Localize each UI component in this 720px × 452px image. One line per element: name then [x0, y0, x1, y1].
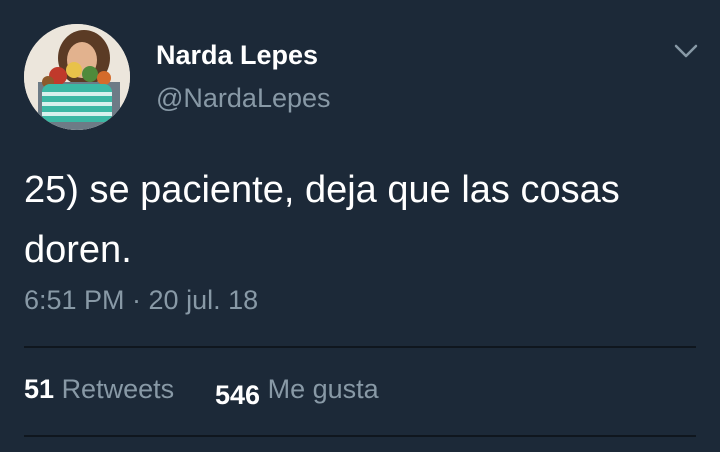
tweet-timestamp[interactable]: 6:51 PM · 20 jul. 18: [24, 285, 258, 316]
retweets-count: 51: [24, 374, 55, 404]
divider: [24, 346, 696, 348]
retweets-label: Retweets: [61, 374, 175, 404]
likes-label: Me gusta: [267, 374, 379, 404]
tweet-stats: 51 Retweets 546 Me gusta: [24, 374, 379, 410]
author-name[interactable]: Narda Lepes: [156, 40, 318, 71]
tweet-card: Narda Lepes @NardaLepes 25) se paciente,…: [0, 0, 720, 452]
divider: [24, 435, 696, 437]
likes-count: 546: [215, 380, 261, 410]
tweet-text: 25) se paciente, deja que las cosas dore…: [24, 169, 620, 271]
avatar[interactable]: [24, 24, 130, 130]
likes-stat[interactable]: 546 Me gusta: [215, 374, 379, 410]
author-handle[interactable]: @NardaLepes: [156, 83, 331, 114]
retweets-stat[interactable]: 51 Retweets: [24, 374, 174, 404]
chevron-down-icon[interactable]: [672, 40, 700, 62]
